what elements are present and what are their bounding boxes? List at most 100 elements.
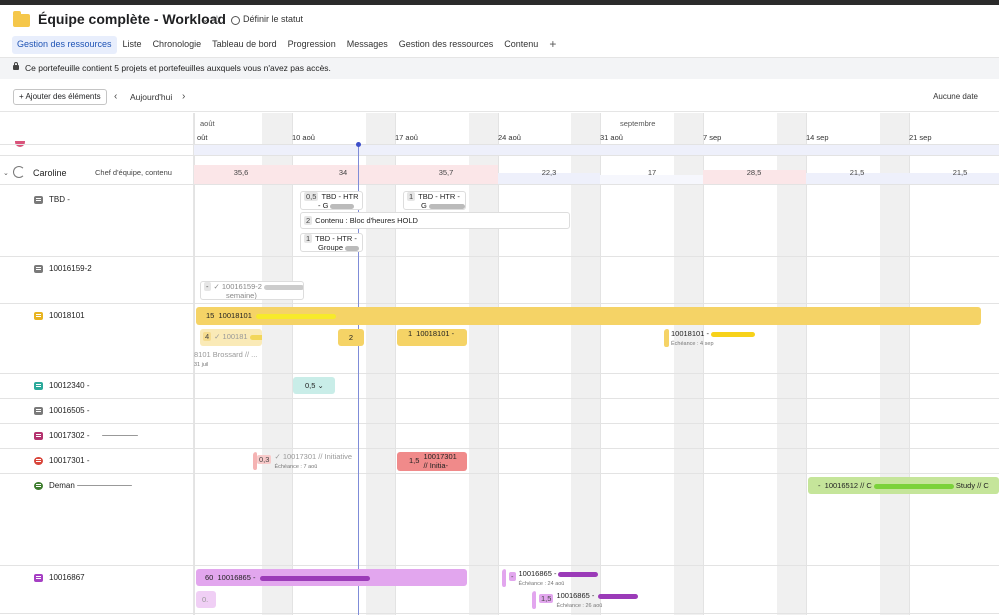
task-title: 10016865 - bbox=[518, 569, 557, 578]
task-hours: 0,5 bbox=[304, 192, 319, 201]
folder-icon bbox=[13, 11, 30, 27]
task-card[interactable]: 1 10018101 - bbox=[397, 329, 467, 346]
week-label: 31 aoû bbox=[600, 133, 623, 142]
tab-list[interactable]: Liste bbox=[118, 36, 147, 54]
grid-line bbox=[0, 184, 999, 185]
task-card[interactable]: 4 ✓ 100181 bbox=[200, 329, 262, 346]
tab-dashboard[interactable]: Tableau de bord bbox=[207, 36, 282, 54]
capacity-value: 21,5 bbox=[849, 168, 865, 177]
redacted-text bbox=[255, 313, 336, 319]
lock-icon bbox=[13, 62, 19, 70]
resource-name[interactable]: Caroline bbox=[33, 168, 67, 178]
star-icon[interactable]: ☆ bbox=[212, 13, 222, 26]
tab-resource-management-2[interactable]: Gestion des ressources bbox=[394, 36, 499, 54]
task-title: 10016865 - bbox=[217, 573, 258, 582]
status-circle-icon[interactable] bbox=[231, 16, 240, 25]
task-hours: 15 bbox=[206, 311, 215, 320]
task-card[interactable]: 0. bbox=[196, 591, 216, 608]
tab-messages[interactable]: Messages bbox=[342, 36, 393, 54]
chevron-down-icon[interactable]: ⌄ bbox=[201, 14, 209, 25]
task-title: TBD - HTR - bbox=[418, 192, 460, 201]
task-title: 10016159-2 bbox=[221, 282, 262, 291]
task-hours: 4 bbox=[203, 332, 212, 341]
redacted-text bbox=[598, 593, 639, 599]
project-row-10012340[interactable]: 10012340 - bbox=[49, 381, 89, 390]
set-status-button[interactable]: Définir le statut bbox=[243, 14, 303, 24]
task-bar[interactable]: 15 10018101 bbox=[196, 307, 981, 325]
task-title-line2: - G bbox=[318, 201, 329, 210]
chevron-right-icon[interactable]: › bbox=[182, 91, 185, 102]
task-card[interactable]: -10016865 - Échéance : 24 aoû bbox=[502, 569, 612, 588]
add-tab-button[interactable]: + bbox=[544, 36, 561, 54]
tab-progress[interactable]: Progression bbox=[283, 36, 341, 54]
weekend-stripe bbox=[571, 113, 600, 615]
row-label: 10017301 - bbox=[49, 456, 90, 465]
task-card[interactable]: 1,5 10017301// Initia- bbox=[397, 452, 467, 471]
add-items-button[interactable]: + Ajouter des éléments bbox=[13, 89, 107, 105]
task-title: 10018101 - bbox=[416, 329, 455, 338]
task-card[interactable]: 1 TBD - HTR - Groupe bbox=[300, 233, 363, 252]
task-card[interactable]: 2 bbox=[338, 329, 364, 346]
week-label: 24 aoû bbox=[498, 133, 521, 142]
grid-line bbox=[395, 113, 396, 615]
task-hours: - bbox=[818, 481, 821, 490]
row-label: Deman bbox=[49, 481, 75, 490]
chevron-down-icon[interactable]: ⌄ bbox=[3, 169, 9, 177]
redacted-text bbox=[558, 571, 599, 577]
project-icon bbox=[34, 407, 43, 415]
grid-line bbox=[0, 256, 999, 257]
check-icon: ✓ bbox=[214, 332, 223, 341]
no-date-button[interactable]: Aucune date bbox=[933, 92, 978, 101]
project-row-tbd[interactable]: TBD - bbox=[49, 195, 70, 204]
task-title: 100181 bbox=[222, 332, 248, 341]
project-row-10016867[interactable]: 10016867 bbox=[49, 573, 85, 582]
tab-content[interactable]: Contenu bbox=[499, 36, 543, 54]
grid-line bbox=[0, 373, 999, 374]
capacity-value: 28,5 bbox=[746, 168, 762, 177]
project-row-10018101[interactable]: 10018101 bbox=[49, 311, 85, 320]
task-card[interactable]: - ✓ 10016159-2 semaine) bbox=[200, 281, 304, 300]
project-icon bbox=[34, 482, 43, 490]
page-title[interactable]: Équipe complète - Workload bbox=[38, 11, 226, 27]
task-card[interactable]: 2 Contenu : Bloc d'heures HOLD bbox=[300, 212, 570, 229]
capacity-value: 21,5 bbox=[952, 168, 968, 177]
task-title: 10017301 bbox=[423, 452, 457, 461]
task-hours: 1 bbox=[304, 234, 313, 243]
task-title: 10017301 // Initiative bbox=[282, 452, 353, 461]
task-card[interactable]: 8101 Brossard // ... 31 juil bbox=[194, 350, 269, 368]
task-title: TBD - HTR - bbox=[315, 234, 357, 243]
task-title-line2: G bbox=[421, 201, 427, 210]
resource-list-panel bbox=[0, 113, 194, 615]
task-title: 10018101 - bbox=[671, 329, 709, 338]
task-card[interactable]: 1,5 10016865 - Échéance : 26 aoû bbox=[532, 591, 642, 610]
task-card[interactable]: 10018101 - Échéance : 4 sep bbox=[664, 329, 774, 348]
redacted-text bbox=[263, 284, 303, 290]
chevron-down-icon: ⌄ bbox=[317, 381, 324, 390]
task-card[interactable]: 0,5 ⌄ bbox=[293, 377, 335, 394]
task-hours: 60 bbox=[205, 573, 214, 582]
task-bar[interactable]: - 10016512 // C Study // C bbox=[808, 477, 999, 494]
grid-line bbox=[806, 113, 807, 615]
project-row-10017301[interactable]: 10017301 - bbox=[49, 456, 89, 465]
project-row-10016159[interactable]: 10016159-2 bbox=[49, 264, 92, 273]
task-marker bbox=[664, 329, 669, 347]
task-title: 10016865 - bbox=[556, 591, 597, 600]
tab-timeline[interactable]: Chronologie bbox=[148, 36, 207, 54]
project-row-10016505[interactable]: 10016505 - bbox=[49, 406, 89, 415]
redacted-text bbox=[710, 331, 755, 337]
task-card[interactable]: 0,3 ✓ 10017301 // Initiative Échéance : 7 … bbox=[253, 452, 365, 471]
task-card[interactable]: 1 TBD - HTR -G bbox=[403, 191, 466, 210]
task-bar[interactable]: 60 10016865 - bbox=[196, 569, 467, 586]
today-button[interactable]: Aujourd'hui bbox=[130, 92, 172, 102]
task-title: TBD - HTR bbox=[321, 192, 359, 201]
tab-resource-management[interactable]: Gestion des ressources bbox=[12, 36, 117, 54]
project-row-10017302[interactable]: 10017302 - bbox=[49, 431, 138, 440]
task-card[interactable]: 0,5 TBD - HTR - G bbox=[300, 191, 363, 210]
chevron-left-icon[interactable]: ‹ bbox=[114, 91, 117, 102]
week-label: 21 sep bbox=[909, 133, 932, 142]
project-row-demande[interactable]: Deman bbox=[49, 481, 132, 490]
grid-line bbox=[0, 398, 999, 399]
weekend-stripe bbox=[469, 113, 498, 615]
project-icon bbox=[34, 574, 43, 582]
grid-line bbox=[0, 423, 999, 424]
